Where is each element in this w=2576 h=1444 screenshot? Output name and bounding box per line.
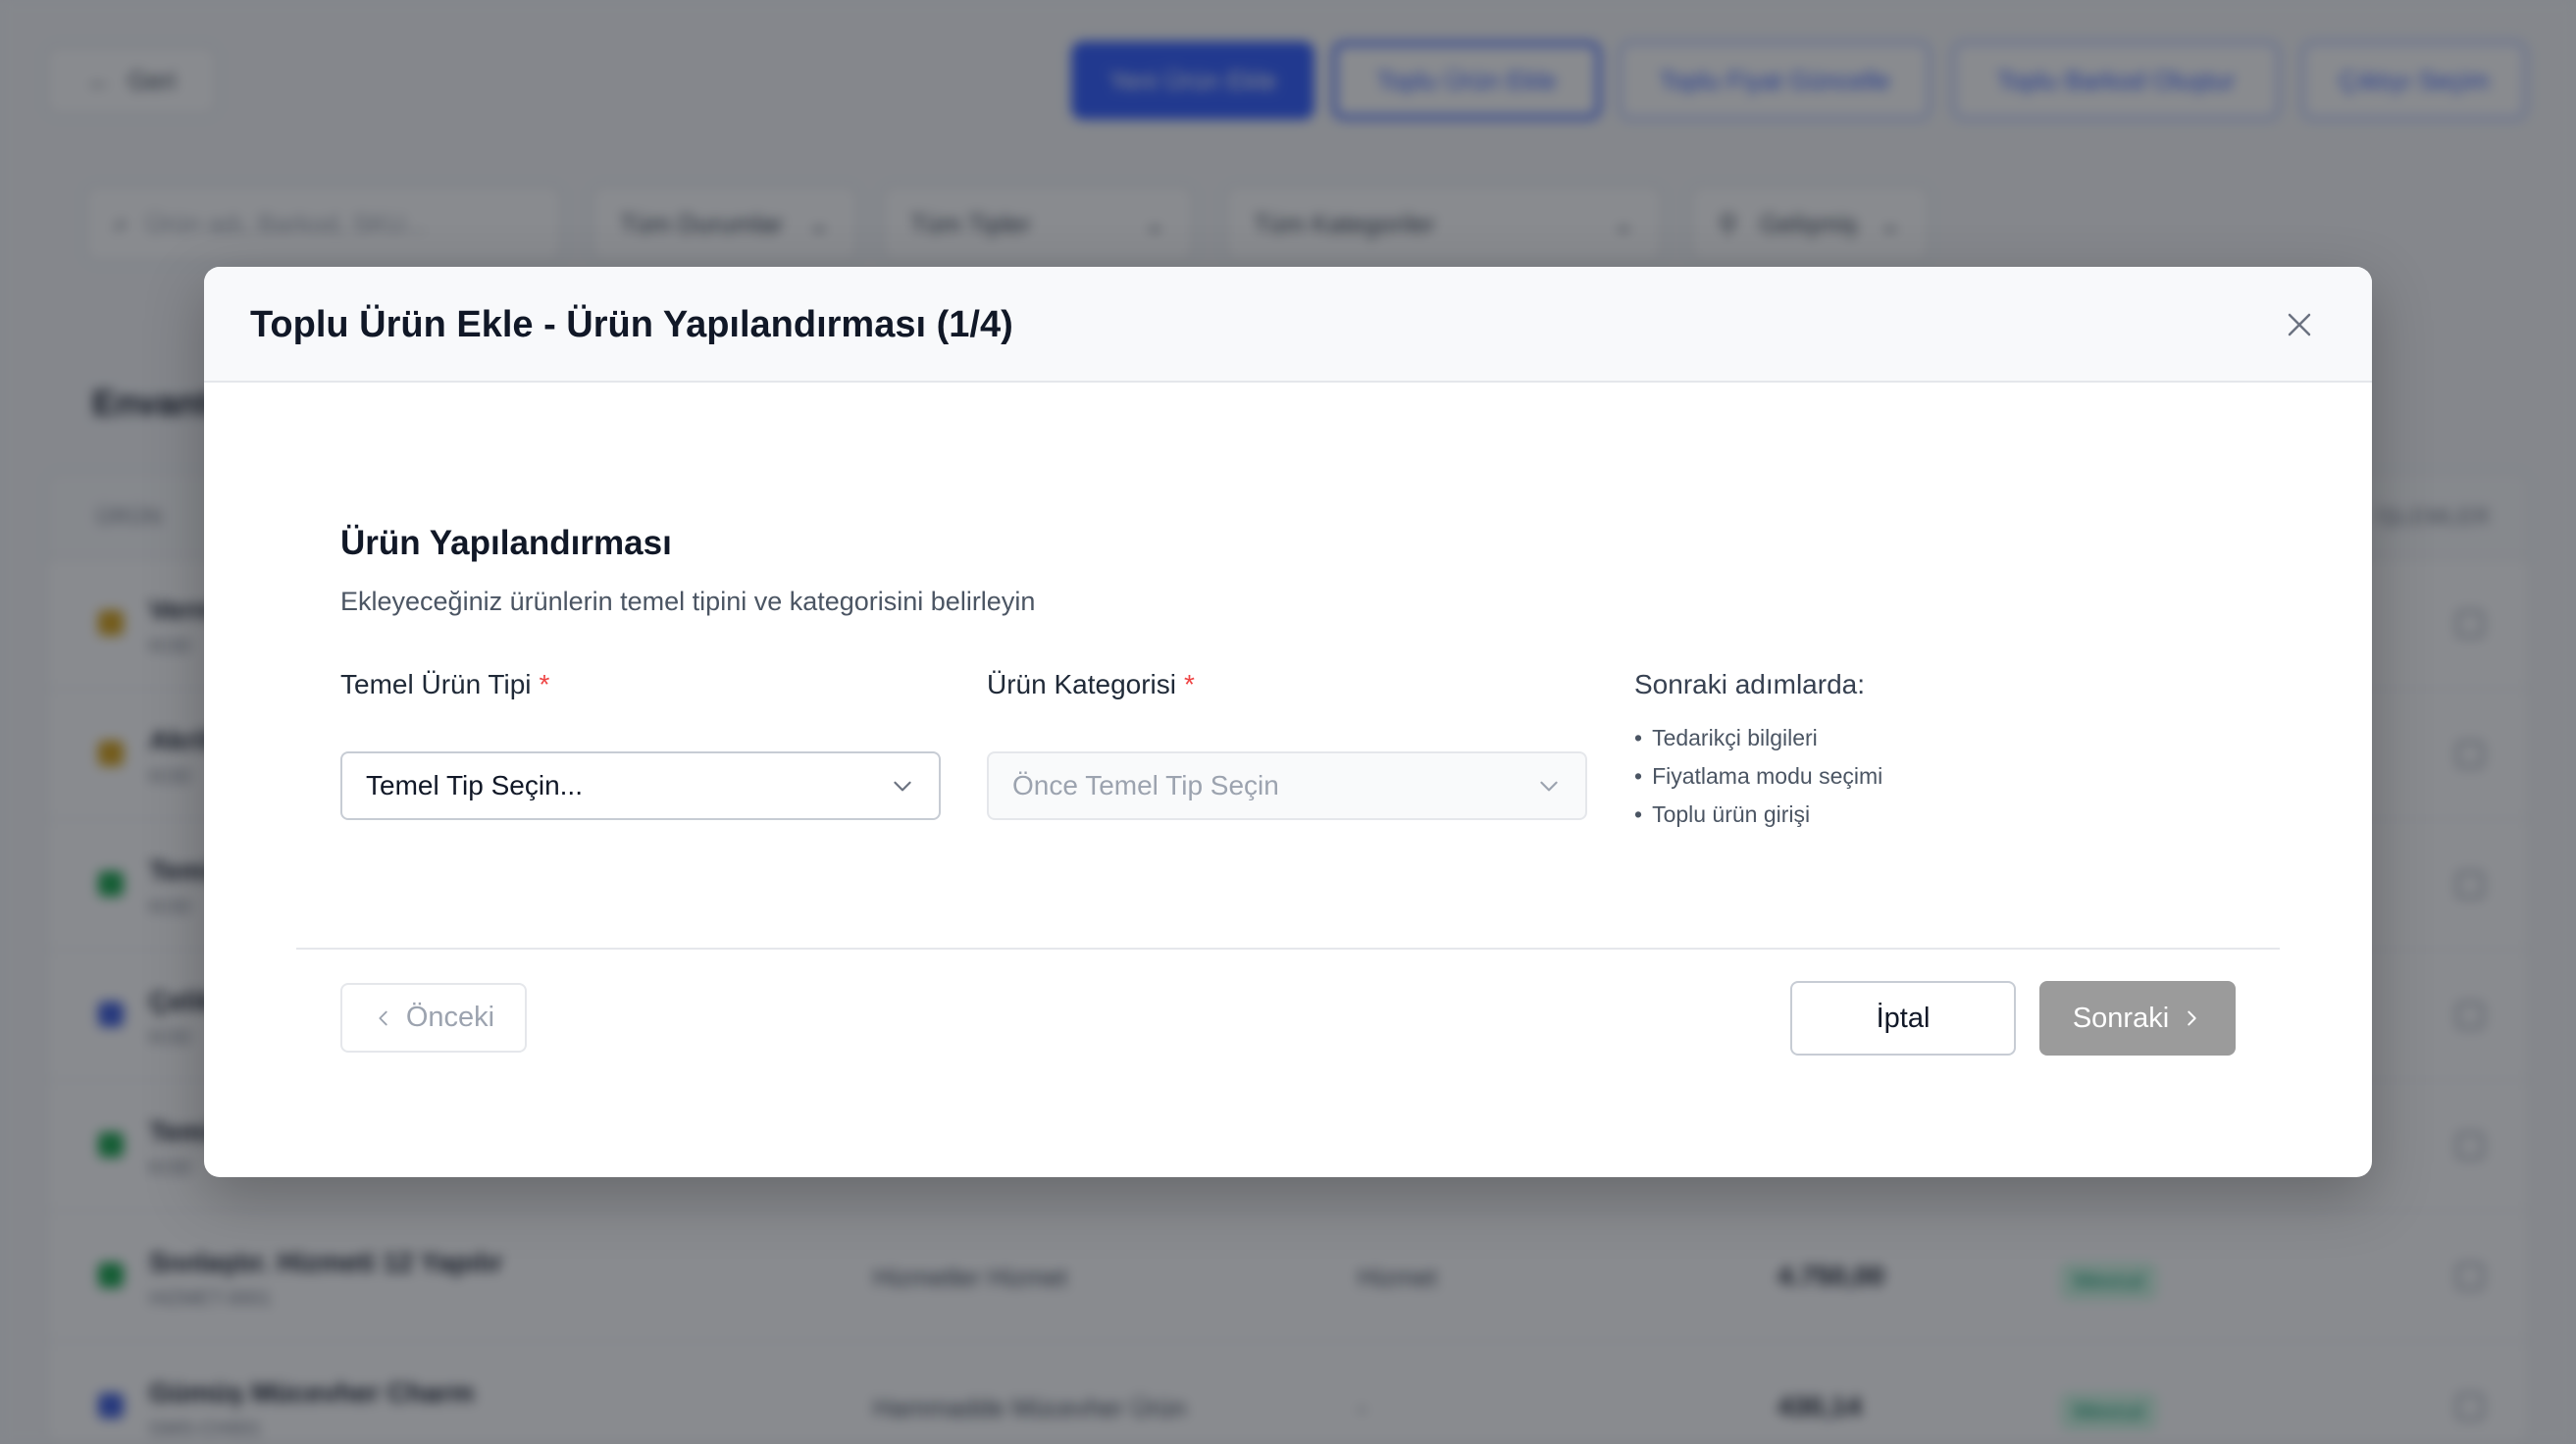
modal-header: Toplu Ürün Ekle - Ürün Yapılandırması (1… (204, 267, 2372, 383)
chevron-left-icon (379, 1010, 387, 1025)
previous-button: Önceki (340, 983, 527, 1053)
required-marker: * (539, 669, 550, 699)
chevron-right-icon (2188, 1010, 2196, 1026)
next-step-item: Toplu ürün girişi (1634, 799, 1882, 837)
next-button-label: Sonraki (2072, 1002, 2170, 1034)
base-type-label: Temel Ürün Tipi * (340, 669, 549, 700)
next-button[interactable]: Sonraki (2039, 981, 2236, 1056)
next-steps-list: Tedarikçi bilgileri Fiyatlama modu seçim… (1634, 722, 1882, 837)
chevron-down-icon (1540, 781, 1558, 792)
next-step-item: Fiyatlama modu seçimi (1634, 760, 1882, 799)
section-description: Ekleyeceğiniz ürünlerin temel tipini ve … (340, 587, 1036, 616)
previous-button-label: Önceki (405, 1002, 495, 1033)
close-icon (2288, 313, 2311, 336)
base-type-value: Temel Tip Seçin... (366, 770, 583, 800)
category-label: Ürün Kategorisi * (987, 669, 1195, 700)
base-type-select[interactable]: Temel Tip Seçin... (340, 751, 941, 820)
category-placeholder: Önce Temel Tip Seçin (1012, 770, 1279, 800)
next-step-item: Tedarikçi bilgileri (1634, 722, 1882, 760)
chevron-down-icon (894, 781, 911, 792)
footer-divider (296, 948, 2280, 950)
next-steps-title: Sonraki adımlarda: (1634, 669, 1866, 699)
category-label-text: Ürün Kategorisi (987, 669, 1176, 699)
cancel-button-label: İptal (1876, 1002, 1931, 1034)
modal-title: Toplu Ürün Ekle - Ürün Yapılandırması (1… (250, 304, 1013, 345)
base-type-label-text: Temel Ürün Tipi (340, 669, 532, 699)
category-select: Önce Temel Tip Seçin (987, 751, 1587, 820)
section-title: Ürün Yapılandırması (340, 524, 672, 562)
close-button[interactable] (2278, 303, 2321, 346)
required-marker: * (1183, 669, 1195, 699)
bulk-add-modal: Toplu Ürün Ekle - Ürün Yapılandırması (1… (204, 267, 2372, 1177)
cancel-button[interactable]: İptal (1790, 981, 2016, 1056)
